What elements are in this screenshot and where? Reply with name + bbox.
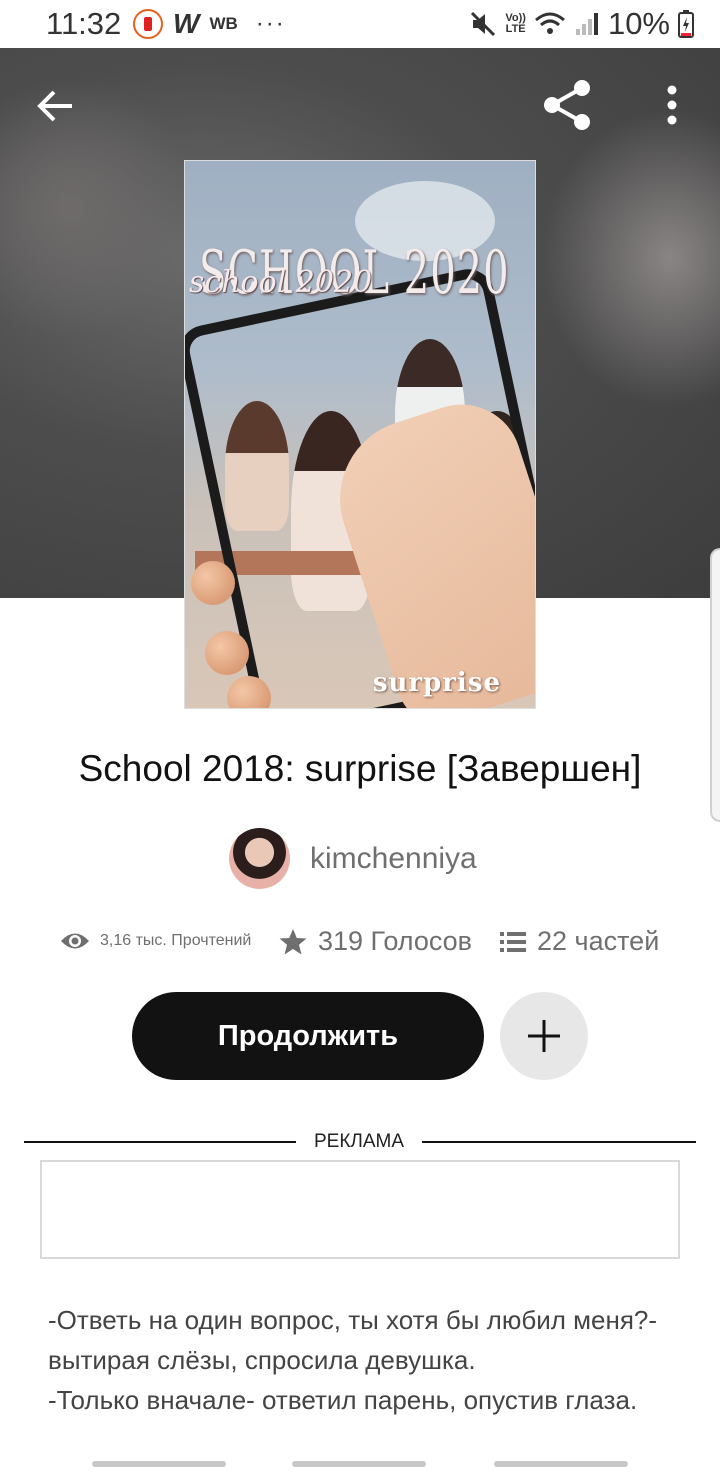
ad-divider-line [24,1141,296,1143]
share-icon [544,80,590,130]
volte-bottom: LTE [505,23,526,35]
back-button[interactable] [34,84,78,128]
reads-stat: 3,16 тыс. Прочтений [60,926,251,956]
signal-icon [575,13,598,35]
ad-divider-line [422,1141,696,1143]
votes-count: 319 Голосов [318,926,473,956]
plus-icon [528,1020,560,1052]
scroll-hint [92,1461,226,1467]
list-icon [500,931,526,952]
eye-icon [61,933,89,949]
volte-icon: Vo)) LTE [505,13,526,35]
ad-label: РЕКЛАМА [313,1131,405,1152]
votes-stat: 319 Голосов [278,926,472,957]
add-to-library-button[interactable] [500,992,588,1080]
mute-icon [471,11,496,37]
author-link[interactable]: kimchenniya [229,828,477,889]
notification-app-icon [133,9,163,39]
cover-balloon [205,631,249,675]
wattpad-icon: W [173,8,200,39]
cover-title-script: school 2020 [189,265,373,300]
description-line: -Ответь на один вопрос, ты хотя бы любил… [48,1305,658,1375]
wifi-icon [534,12,565,34]
star-icon [279,928,307,954]
arrow-left-icon [37,90,72,122]
parts-stat: 22 частей [499,926,659,957]
status-bar: 11:32 W WB ··· Vo)) LTE 10% [0,0,720,48]
author-name: kimchenniya [310,841,477,875]
bottom-scroll-hints [0,1461,720,1469]
avatar [229,828,290,889]
story-description: -Ответь на один вопрос, ты хотя бы любил… [48,1300,678,1420]
ad-banner[interactable] [40,1160,680,1259]
scroll-hint [292,1461,426,1467]
description-line: -Только вначале- ответил парень, опустив… [48,1385,638,1415]
cover-subtitle: surprise [372,668,501,698]
battery-charging-icon [678,10,694,38]
more-options-button[interactable] [655,82,689,128]
continue-reading-button[interactable]: Продолжить [132,992,484,1080]
status-time: 11:32 [46,6,122,41]
parts-count: 22 частей [537,926,660,956]
status-notifications: W WB ··· [133,8,286,40]
book-cover[interactable]: SCHOOL 2020 school 2020 surprise [184,160,536,709]
wb-icon: WB [209,14,238,33]
cover-balloon [191,561,235,605]
status-system-icons: Vo)) LTE 10% [469,6,694,42]
ad-divider: РЕКЛАМА [24,1130,696,1154]
share-button[interactable] [540,78,594,132]
scroll-hint [494,1461,628,1467]
battery-percent: 10% [607,6,670,41]
story-title: School 2018: surprise [Завершен] [78,748,642,789]
more-vertical-icon [667,85,677,125]
more-notifications-icon: ··· [255,10,286,37]
reads-count: 3,16 тыс. Прочтений [100,932,252,949]
story-stats: 3,16 тыс. Прочтений 319 Голосов 22 часте… [60,926,680,966]
